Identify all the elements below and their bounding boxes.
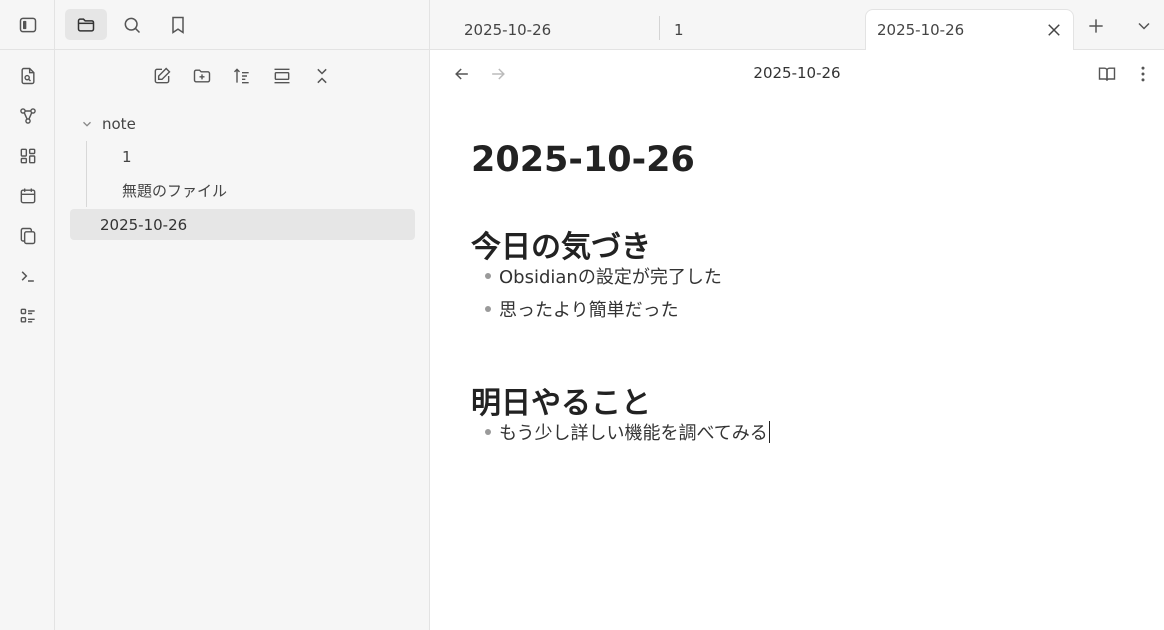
ribbon-canvas-button[interactable] (14, 142, 42, 170)
left-sidebar: note 1 無題のファイル 2025-10-26 (55, 0, 430, 630)
tab-label: 2025-10-26 (877, 21, 965, 39)
plus-icon (1089, 19, 1103, 33)
file-label: 2025-10-26 (100, 215, 188, 234)
new-folder-button[interactable] (188, 62, 216, 90)
heading-today-insights[interactable]: 今日の気づき (471, 222, 651, 266)
sort-button[interactable] (228, 62, 256, 90)
text-cursor (768, 421, 770, 443)
indent-guide (86, 141, 87, 207)
list-item-text: 思ったより簡単だった (499, 300, 679, 321)
app-window: note 1 無題のファイル 2025-10-26 2025-10-26 1 2… (0, 0, 1164, 630)
graph-icon (20, 108, 36, 124)
chevron-down-icon (83, 121, 91, 127)
folder-plus-icon (193, 69, 211, 83)
bullet-icon (485, 273, 491, 279)
close-icon[interactable] (1045, 21, 1063, 39)
file-item-1[interactable]: 1 (95, 141, 415, 172)
collapse-all-button[interactable] (308, 62, 336, 90)
file-label: 1 (122, 147, 132, 166)
bullet-icon (485, 306, 491, 312)
list-item-text: もう少し詳しい機能を調べてみる (499, 423, 768, 444)
view-title[interactable]: 2025-10-26 (430, 64, 1164, 82)
toggle-sidebar-button[interactable] (14, 11, 42, 39)
tab-1[interactable]: 1 (660, 9, 860, 50)
sidebar-tab-header (55, 0, 430, 50)
file-explorer-toolbar (55, 62, 430, 92)
heading-tomorrow-todo[interactable]: 明日やること (471, 378, 651, 422)
tab-label: 1 (674, 20, 684, 39)
list-item[interactable]: 思ったより簡単だった (485, 296, 679, 322)
sidebar-toggle-icon (19, 17, 37, 33)
tab-search[interactable] (111, 9, 153, 40)
sort-icon (233, 68, 249, 84)
ribbon-open-quick-switcher-button[interactable] (14, 62, 42, 90)
more-options-button[interactable] (1129, 60, 1157, 88)
list-item-text: Obsidianの設定が完了した (499, 267, 722, 288)
ribbon-command-palette-button[interactable] (14, 262, 42, 290)
reveal-icon (274, 68, 290, 84)
view-header: 2025-10-26 (430, 50, 1164, 98)
tab-bookmarks[interactable] (157, 9, 199, 40)
ribbon-top (0, 0, 55, 50)
list-icon (20, 308, 35, 323)
editor[interactable]: 2025-10-26 今日の気づき Obsidianの設定が完了した 思ったより… (430, 98, 1164, 630)
folder-label: note (102, 114, 136, 133)
folder-note[interactable]: note (75, 108, 415, 139)
copy-icon (20, 227, 36, 245)
calendar-icon (20, 188, 36, 204)
bullet-icon (485, 429, 491, 435)
tab-file-explorer[interactable] (65, 9, 107, 40)
file-search-icon (21, 67, 35, 85)
list-item[interactable]: もう少し詳しい機能を調べてみる (485, 419, 770, 445)
tab-2025-10-26-first[interactable]: 2025-10-26 (446, 9, 656, 50)
file-item-untitled[interactable]: 無題のファイル (95, 175, 415, 206)
book-open-icon (1098, 67, 1116, 81)
file-item-2025-10-26[interactable]: 2025-10-26 (70, 209, 415, 240)
terminal-icon (21, 271, 34, 282)
ribbon (0, 0, 55, 630)
list-item[interactable]: Obsidianの設定が完了した (485, 263, 722, 289)
chevron-down-icon (1138, 22, 1150, 30)
inline-title[interactable]: 2025-10-26 (471, 140, 695, 180)
tab-2025-10-26-active[interactable]: 2025-10-26 (865, 9, 1074, 50)
collapse-icon (317, 68, 327, 84)
bookmark-icon (172, 16, 184, 34)
reading-view-button[interactable] (1093, 60, 1121, 88)
edit-icon (154, 67, 171, 84)
more-vertical-icon (1141, 66, 1145, 82)
dashboard-icon (20, 148, 36, 164)
new-note-button[interactable] (148, 62, 176, 90)
ribbon-templates-button[interactable] (14, 222, 42, 250)
file-label: 無題のファイル (122, 182, 228, 200)
tab-label: 2025-10-26 (464, 20, 552, 39)
tab-list-button[interactable] (1130, 12, 1158, 40)
ribbon-bases-button[interactable] (14, 302, 42, 330)
ribbon-graph-button[interactable] (14, 102, 42, 130)
ribbon-daily-note-button[interactable] (14, 182, 42, 210)
folder-icon (77, 17, 95, 32)
search-icon (124, 17, 141, 33)
tab-bar: 2025-10-26 1 2025-10-26 (430, 0, 1164, 50)
new-tab-button[interactable] (1082, 12, 1110, 40)
auto-reveal-button[interactable] (268, 62, 296, 90)
